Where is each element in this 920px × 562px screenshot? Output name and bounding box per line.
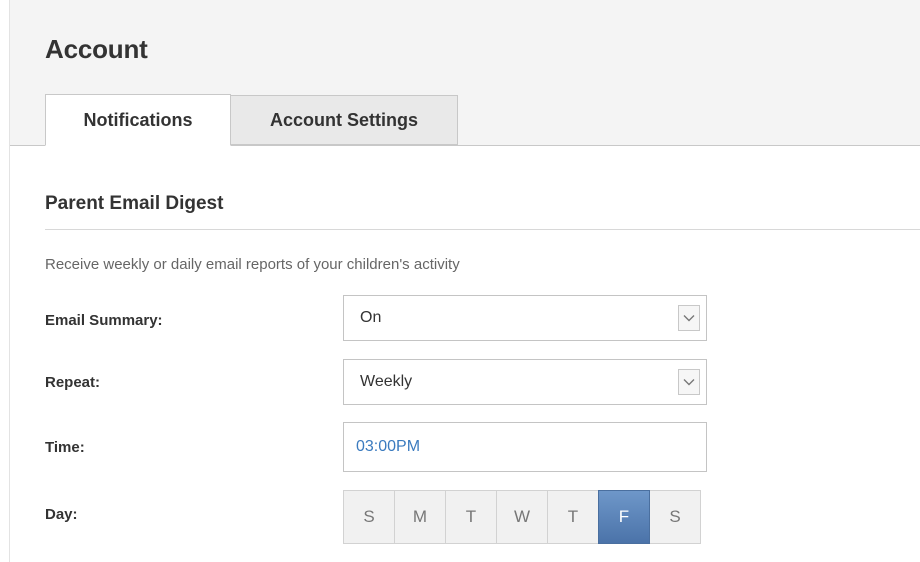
tab-notifications[interactable]: Notifications [45, 94, 231, 146]
email-summary-select[interactable]: On [343, 295, 707, 341]
day-picker: S M T W T F S [343, 490, 701, 544]
tab-notifications-label: Notifications [83, 109, 193, 130]
repeat-select[interactable]: Weekly [343, 359, 707, 405]
chevron-down-icon[interactable] [678, 305, 700, 331]
day-wednesday[interactable]: W [496, 490, 548, 544]
email-summary-value: On [360, 309, 382, 326]
section-title: Parent Email Digest [45, 193, 224, 214]
repeat-label: Repeat: [45, 374, 101, 391]
day-thursday[interactable]: T [547, 490, 599, 544]
day-monday[interactable]: M [394, 490, 446, 544]
section-description: Receive weekly or daily email reports of… [45, 256, 460, 273]
day-friday[interactable]: F [598, 490, 650, 544]
day-sunday[interactable]: S [343, 490, 395, 544]
tab-account-settings-label: Account Settings [269, 109, 418, 130]
repeat-value: Weekly [360, 373, 413, 390]
chevron-down-icon[interactable] [678, 369, 700, 395]
day-saturday[interactable]: S [649, 490, 701, 544]
page-title: Account [45, 34, 148, 64]
time-label: Time: [45, 439, 85, 456]
tab-account-settings[interactable]: Account Settings [230, 95, 458, 145]
day-label: Day: [45, 506, 78, 523]
email-summary-label: Email Summary: [45, 312, 163, 329]
time-input[interactable] [343, 422, 707, 472]
section-divider [45, 229, 920, 230]
day-tuesday[interactable]: T [445, 490, 497, 544]
